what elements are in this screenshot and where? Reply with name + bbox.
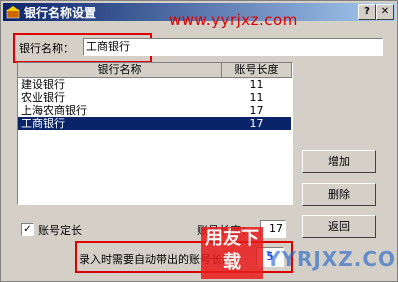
bank-name-label-text: 银行名称 [19,42,63,55]
column-header-name[interactable]: 银行名称 [18,63,222,78]
row-length: 11 [249,91,264,104]
add-button[interactable]: 增加 [302,150,376,173]
bank-icon [6,5,20,19]
bank-name-label: 银行名称： [19,42,74,55]
bank-list[interactable]: 银行名称 账号长度 建设银行 11 农业银行 11 上海农商银行 17 工商银行… [17,62,293,205]
list-item[interactable]: 建设银行 11 [18,78,291,91]
column-header-length[interactable]: 账号长度 [222,63,292,78]
watermark-logo: 用友下载 [201,227,263,279]
fixed-length-label: 账号定长 [38,224,82,237]
watermark-url: www.yyrjxz.com [169,11,298,29]
watermark-site: YYRJXZ.COM [266,247,398,271]
close-button[interactable]: ✕ [376,4,394,20]
row-length: 17 [249,104,264,117]
bank-name-input[interactable]: 工商银行 [83,38,383,56]
list-item-selected[interactable]: 工商银行 17 [18,117,291,130]
close-icon: ✕ [380,6,390,17]
row-name: 上海农商银行 [21,104,87,117]
bank-name-settings-dialog: 银行名称设置 www.yyrjxz.com ? ✕ 银行名称： 工商银行 银行名… [0,0,398,282]
row-name: 农业银行 [21,91,65,104]
row-name: 工商银行 [21,117,65,130]
row-name: 建设银行 [21,78,65,91]
back-button[interactable]: 返回 [302,215,376,238]
account-length-input[interactable]: 17 [260,220,286,238]
row-length: 17 [249,117,264,130]
delete-button[interactable]: 删除 [302,183,376,206]
window-title: 银行名称设置 [24,5,97,20]
fixed-length-checkbox[interactable]: ✓ [21,223,34,236]
help-button[interactable]: ? [358,4,376,20]
check-icon: ✓ [23,224,32,235]
row-length: 11 [249,78,264,91]
list-item[interactable]: 农业银行 11 [18,91,291,104]
list-item[interactable]: 上海农商银行 17 [18,104,291,117]
